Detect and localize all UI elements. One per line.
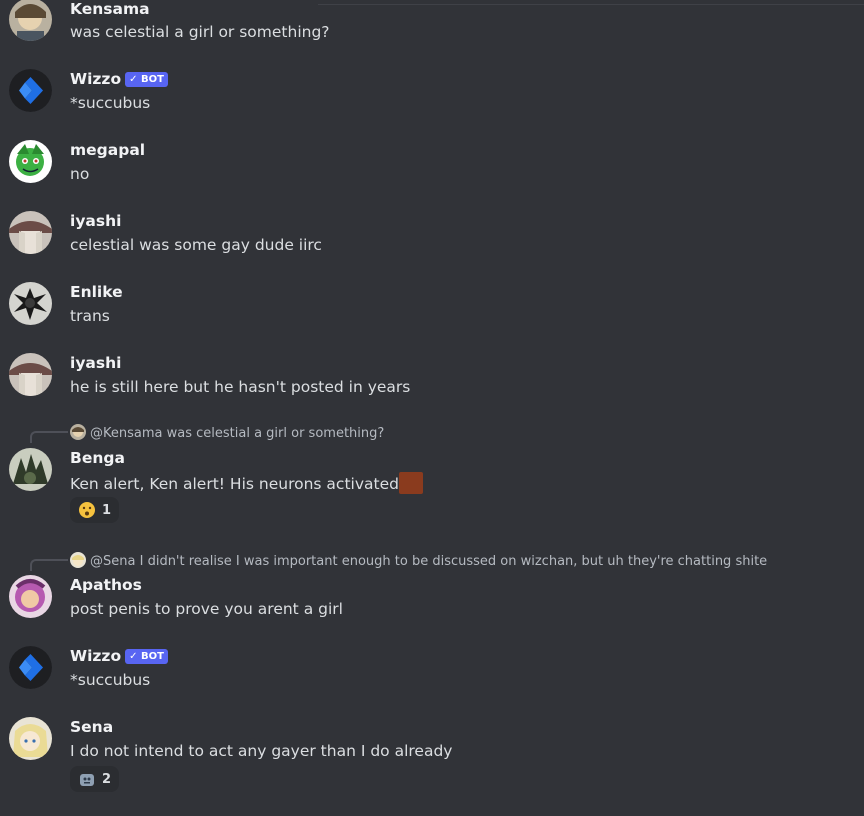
- divider: [318, 4, 864, 5]
- reply-preview[interactable]: @Kensama was celestial a girl or somethi…: [70, 424, 384, 442]
- avatar[interactable]: [9, 69, 52, 112]
- username[interactable]: Wizzo ✓ BOT: [70, 647, 168, 665]
- username[interactable]: Kensama: [70, 0, 150, 18]
- bot-badge: ✓ BOT: [125, 649, 168, 664]
- message-text: no: [70, 165, 90, 183]
- avatar[interactable]: [9, 717, 52, 760]
- message-text: Ken alert, Ken alert! His neurons activa…: [70, 472, 423, 494]
- reaction-count: 2: [102, 771, 112, 787]
- reaction-button[interactable]: 1: [70, 497, 120, 523]
- reply-connector: [30, 431, 68, 443]
- reaction-button[interactable]: 2: [70, 766, 120, 792]
- custom-emoji-icon: [78, 770, 96, 788]
- reply-connector: [30, 559, 68, 571]
- username[interactable]: Benga: [70, 449, 125, 467]
- avatar[interactable]: [9, 282, 52, 325]
- username[interactable]: Apathos: [70, 576, 142, 594]
- avatar[interactable]: [9, 140, 52, 183]
- message-text: he is still here but he hasn't posted in…: [70, 378, 411, 396]
- custom-emoji-icon: [398, 472, 423, 494]
- avatar[interactable]: [9, 448, 52, 491]
- reply-avatar: [70, 424, 86, 440]
- message-text: I do not intend to act any gayer than I …: [70, 742, 453, 760]
- message-text: *succubus: [70, 671, 151, 689]
- reply-preview[interactable]: @Sena I didn't realise I was important e…: [70, 552, 767, 570]
- username[interactable]: Wizzo ✓ BOT: [70, 70, 168, 88]
- reply-text: I didn't realise I was important enough …: [139, 554, 768, 569]
- username[interactable]: iyashi: [70, 354, 121, 372]
- avatar[interactable]: [9, 211, 52, 254]
- avatar[interactable]: [9, 575, 52, 618]
- avatar[interactable]: [9, 353, 52, 396]
- avatar[interactable]: [9, 646, 52, 689]
- message-text: *succubus: [70, 94, 151, 112]
- reply-mention[interactable]: @Kensama: [90, 426, 162, 441]
- avatar[interactable]: [9, 0, 52, 41]
- bot-badge: ✓ BOT: [125, 72, 168, 87]
- message-text: celestial was some gay dude iirc: [70, 236, 322, 254]
- username[interactable]: Sena: [70, 718, 113, 736]
- username[interactable]: Enlike: [70, 283, 123, 301]
- reply-text: was celestial a girl or something?: [166, 426, 385, 441]
- hushed-face-icon: [78, 501, 96, 519]
- message-text: trans: [70, 307, 110, 325]
- reply-mention[interactable]: @Sena: [90, 554, 135, 569]
- username[interactable]: iyashi: [70, 212, 121, 230]
- message-text: post penis to prove you arent a girl: [70, 600, 343, 618]
- message-text: was celestial a girl or something?: [70, 23, 330, 41]
- username[interactable]: megapal: [70, 141, 145, 159]
- reply-avatar: [70, 552, 86, 568]
- reaction-count: 1: [102, 502, 112, 518]
